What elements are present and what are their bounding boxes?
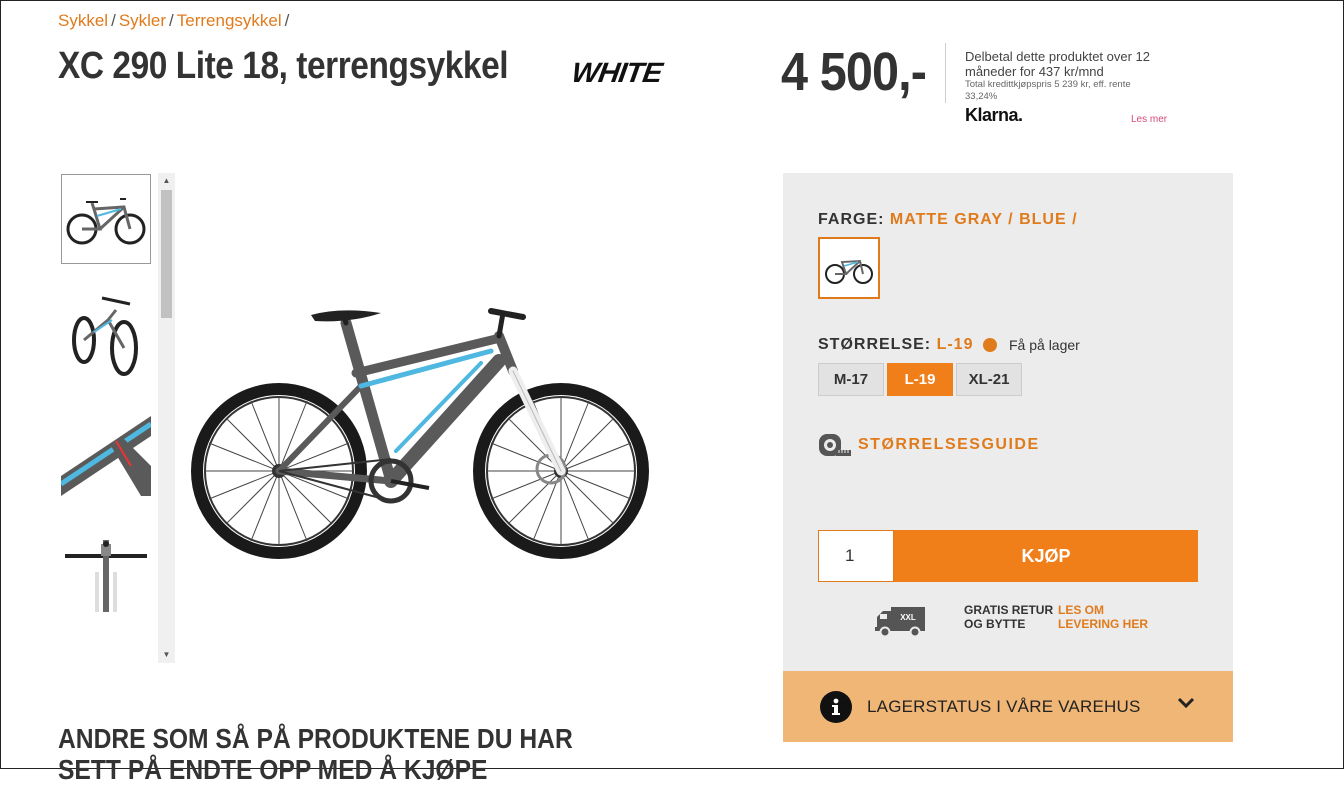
delivery-info-link[interactable]: LES OM LEVERING HER bbox=[1058, 603, 1148, 631]
store-stock-toggle[interactable]: LAGERSTATUS I VÅRE VAREHUS bbox=[783, 671, 1233, 742]
breadcrumb-separator: / bbox=[111, 11, 116, 30]
breadcrumb-separator: / bbox=[284, 11, 290, 30]
size-guide-label: STØRRELSESGUIDE bbox=[858, 436, 1040, 453]
size-option-m17[interactable]: M-17 bbox=[818, 363, 884, 396]
info-icon bbox=[820, 690, 852, 723]
truck-label: XXL bbox=[900, 613, 916, 622]
stock-status-text: Få på lager bbox=[1009, 337, 1080, 353]
size-option-xl21[interactable]: XL-21 bbox=[956, 363, 1022, 396]
color-value: MATTE GRAY / BLUE / bbox=[889, 211, 1078, 228]
klarna-read-more-link[interactable]: Les mer bbox=[1131, 114, 1167, 125]
chevron-down-icon bbox=[1177, 697, 1195, 709]
size-value: L-19 bbox=[936, 336, 974, 353]
size-guide-link[interactable]: STØRRELSESGUIDE bbox=[818, 433, 1040, 457]
bike-angle-thumbnail bbox=[72, 296, 138, 376]
product-title: XC 290 Lite 18, terrengsykkel bbox=[58, 45, 509, 87]
product-options-panel: FARGE: MATTE GRAY / BLUE / STØRRELSE: L-… bbox=[783, 173, 1233, 742]
thumbnail-3[interactable] bbox=[61, 406, 151, 496]
color-label-row: FARGE: MATTE GRAY / BLUE / bbox=[818, 211, 1078, 229]
price-divider bbox=[945, 43, 946, 103]
thumbnail-4[interactable] bbox=[61, 522, 151, 612]
truck-icon: XXL bbox=[875, 607, 925, 637]
klarna-installment-text: Delbetal dette produktet over 12 måneder… bbox=[965, 49, 1151, 79]
size-option-l19[interactable]: L-19 bbox=[887, 363, 953, 396]
breadcrumb-link-sykler[interactable]: Sykler bbox=[119, 11, 166, 30]
thumbnail-1[interactable] bbox=[61, 174, 151, 264]
product-price: 4 500,- bbox=[781, 42, 927, 102]
main-product-image[interactable] bbox=[191, 291, 661, 566]
bike-side-thumbnail bbox=[66, 198, 146, 245]
brand-logo[interactable]: WHITE bbox=[570, 57, 664, 89]
bike-swatch-thumbnail bbox=[825, 259, 873, 284]
scrollbar-thumb[interactable] bbox=[161, 190, 172, 318]
klarna-fine-print: Total kredittkjøpspris 5 239 kr, eff. re… bbox=[965, 79, 1131, 102]
klarna-logo: Klarna. bbox=[965, 105, 1023, 125]
scroll-up-arrow-icon[interactable]: ▲ bbox=[161, 175, 172, 187]
breadcrumb-link-terrengsykkel[interactable]: Terrengsykkel bbox=[177, 11, 282, 30]
measuring-tape-icon bbox=[819, 434, 851, 456]
breadcrumb-separator: / bbox=[169, 11, 174, 30]
scroll-down-arrow-icon[interactable]: ▼ bbox=[161, 649, 172, 661]
breadcrumb-link-sykkel[interactable]: Sykkel bbox=[58, 11, 108, 30]
buy-button[interactable]: KJØP bbox=[894, 530, 1198, 582]
stock-status-dot bbox=[983, 338, 997, 352]
size-label-row: STØRRELSE: L-19 bbox=[818, 336, 973, 354]
breadcrumb: Sykkel / Sykler / Terrengsykkel / bbox=[58, 11, 292, 31]
free-return-text: GRATIS RETUR OG BYTTE bbox=[964, 603, 1054, 631]
bike-front-thumbnail bbox=[65, 540, 147, 612]
size-label: STØRRELSE: bbox=[818, 336, 932, 353]
bike-frame-closeup-thumbnail bbox=[61, 406, 151, 496]
quantity-input[interactable] bbox=[818, 530, 894, 582]
color-label: FARGE: bbox=[818, 211, 885, 228]
color-swatch-matte-gray-blue[interactable] bbox=[818, 237, 880, 299]
thumbnail-2[interactable] bbox=[61, 290, 151, 380]
thumbnail-scrollbar[interactable]: ▲ ▼ bbox=[158, 173, 175, 663]
recommendations-heading: ANDRE SOM SÅ PÅ PRODUKTENE DU HAR SETT P… bbox=[58, 723, 573, 785]
store-stock-label: LAGERSTATUS I VÅRE VAREHUS bbox=[867, 696, 1141, 716]
